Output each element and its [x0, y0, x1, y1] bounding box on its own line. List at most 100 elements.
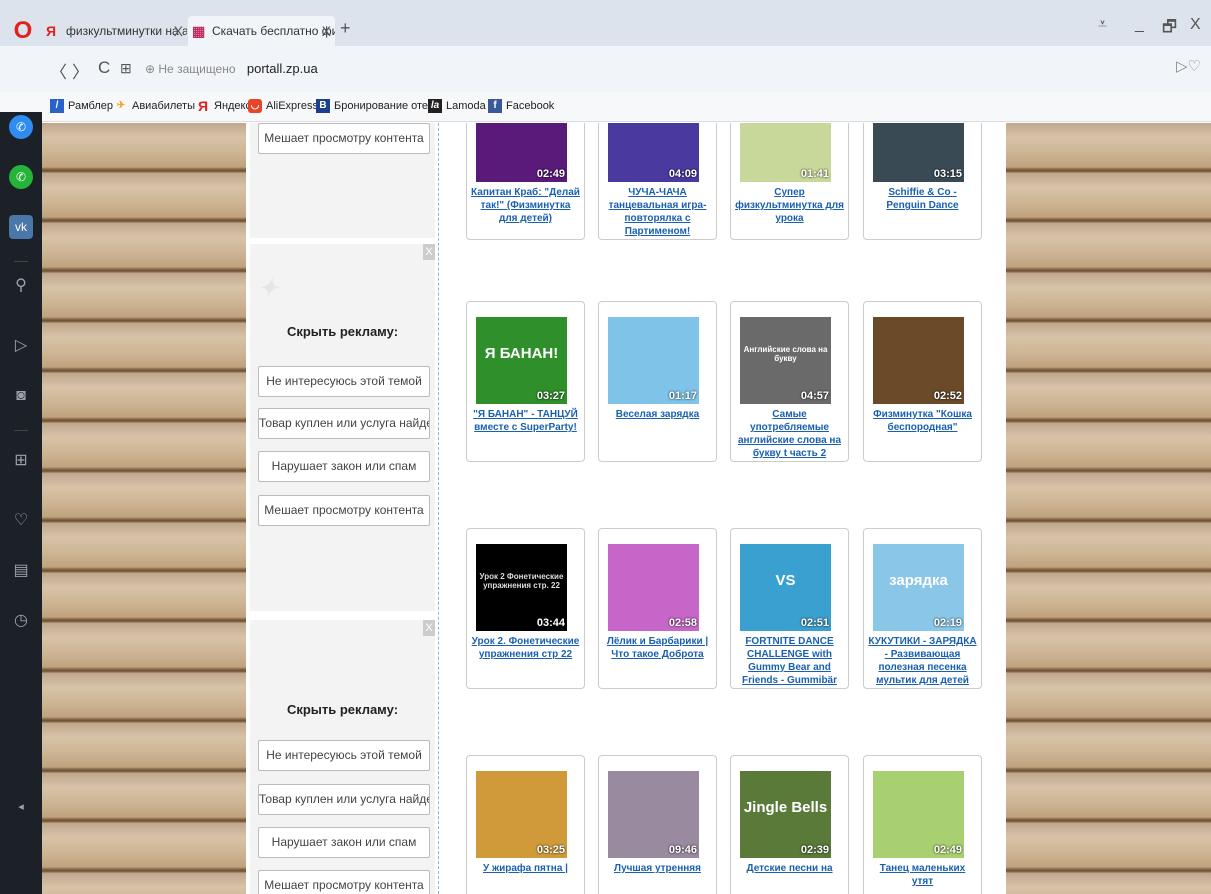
video-thumbnail[interactable]: Урок 2 Фонетические упражнения стр. 22 03… — [476, 544, 567, 631]
opera-logo-icon[interactable]: O — [12, 18, 34, 44]
search-icon[interactable]: ⚲ — [9, 274, 33, 298]
video-duration: 04:57 — [800, 390, 829, 402]
send-heart-icons[interactable]: ▷♡ — [1176, 57, 1201, 75]
video-title-link[interactable]: У жирафа пятна | — [471, 862, 580, 875]
video-thumbnail[interactable]: 03:15 — [873, 123, 964, 182]
new-tab-button[interactable]: + — [340, 18, 351, 39]
video-card[interactable]: 02:58 Лёлик и Барбарики | Что такое Добро… — [598, 528, 717, 689]
bookmark-booking[interactable]: B Бронирование отел — [316, 99, 434, 113]
ad-option-button[interactable]: Нарушает закон или спам — [258, 827, 430, 858]
whatsapp-icon[interactable]: ✆ — [9, 165, 33, 189]
video-duration: 01:17 — [668, 390, 697, 402]
video-card[interactable]: 09:46 Лучшая утренняя — [598, 755, 717, 894]
video-title-link[interactable]: КУКУТИКИ - ЗАРЯДКА - Развивающая полезна… — [868, 635, 977, 688]
ad-option-button[interactable]: Мешает просмотру контента — [258, 870, 430, 894]
bookmark-rambler[interactable]: / Рамблер — [50, 99, 113, 113]
video-card[interactable]: 03:15 Schiffie & Co - Penguin Dance — [863, 123, 982, 240]
back-button[interactable]: 〈 — [50, 58, 67, 83]
video-thumbnail[interactable]: Английские слова на букву 04:57 — [740, 317, 831, 404]
video-title-link[interactable]: Детские песни на — [735, 862, 844, 875]
heart-icon[interactable]: ♡ — [9, 509, 33, 533]
video-card[interactable]: VS 02:51 FORTNITE DANCE CHALLENGE with Gum… — [730, 528, 849, 689]
video-card[interactable]: зарядка 02:19 КУКУТИКИ - ЗАРЯДКА - Развива… — [863, 528, 982, 689]
video-title-link[interactable]: Schiffie & Co - Penguin Dance — [868, 186, 977, 212]
reload-button[interactable]: C — [98, 58, 110, 78]
tab-label: Скачать бесплатно физку — [212, 24, 335, 38]
video-card[interactable]: 01:17 Веселая зарядка — [598, 301, 717, 462]
tab-menu-icon[interactable]: ⩡ — [1098, 16, 1107, 34]
video-title-link[interactable]: Танец маленьких утят — [868, 862, 977, 888]
snapshot-icon[interactable]: ◙ — [9, 384, 33, 408]
video-card[interactable]: Я БАНАН! 03:27 "Я БАНАН" - ТАНЦУЙ вместе с… — [466, 301, 585, 462]
ad-block: X Скрыть рекламу: Не интересуюсь этой те… — [250, 620, 435, 894]
news-feed-icon[interactable]: ▷ — [9, 334, 33, 358]
video-card[interactable]: 04:09 ЧУЧА-ЧАЧА танцевальная игра-повторя… — [598, 123, 717, 240]
bookmark-aliexpress[interactable]: ◡ AliExpress — [248, 99, 318, 113]
video-title-link[interactable]: Урок 2. Фонетические упражнения стр 22 — [471, 635, 580, 661]
messenger-icon[interactable]: ✆ — [9, 115, 33, 139]
video-thumbnail[interactable]: 03:25 — [476, 771, 567, 858]
ad-block: X ✦ Скрыть рекламу: Не интересуюсь этой … — [250, 244, 435, 611]
tab-1[interactable]: Я физкультминутки на анг X — [42, 16, 187, 46]
video-card[interactable]: 02:49 Капитан Краб: "Делай так!" (Физмину… — [466, 123, 585, 240]
video-thumbnail[interactable]: 02:52 — [873, 317, 964, 404]
video-title-link[interactable]: Лёлик и Барбарики | Что такое Доброта — [603, 635, 712, 661]
video-title-link[interactable]: Супер физкультминутка для урока — [735, 186, 844, 225]
ad-option-button[interactable]: Не интересуюсь этой темой — [258, 740, 430, 771]
ad-option-button[interactable]: Товар куплен или услуга найдена — [258, 784, 430, 815]
minimize-button[interactable]: _ — [1135, 16, 1144, 34]
video-title-link[interactable]: Веселая зарядка — [603, 408, 712, 421]
forward-button[interactable]: 〉 — [72, 58, 89, 83]
video-thumbnail[interactable]: Я БАНАН! 03:27 — [476, 317, 567, 404]
speed-dial-icon[interactable]: ⊞ — [120, 60, 132, 77]
ad-option-button[interactable]: Мешает просмотру контента — [258, 495, 430, 526]
sound-icon[interactable]: ◂ — [9, 795, 33, 819]
video-thumbnail[interactable]: 02:49 — [476, 123, 567, 182]
bookmark-yandex[interactable]: Я Яндекс — [196, 99, 251, 113]
history-icon[interactable]: ▤ — [9, 559, 33, 583]
video-card[interactable]: 02:49 Танец маленьких утят — [863, 755, 982, 894]
video-thumbnail[interactable]: 09:46 — [608, 771, 699, 858]
close-tab-icon[interactable]: X — [174, 16, 183, 46]
video-thumbnail[interactable]: 02:58 — [608, 544, 699, 631]
tab-2[interactable]: ▦ Скачать бесплатно физку X — [188, 16, 335, 46]
video-card[interactable]: Английские слова на букву 04:57 Самые упот… — [730, 301, 849, 462]
video-card[interactable]: 01:41 Супер физкультминутка для урока — [730, 123, 849, 240]
video-card[interactable]: 02:52 Физминутка "Кошка беспородная" — [863, 301, 982, 462]
video-thumbnail[interactable]: 02:49 — [873, 771, 964, 858]
video-duration: 02:49 — [933, 844, 962, 856]
video-title-link[interactable]: Капитан Краб: "Делай так!" (Физминутка д… — [471, 186, 580, 225]
video-thumbnail[interactable]: 04:09 — [608, 123, 699, 182]
bookmark-facebook[interactable]: f Facebook — [488, 99, 554, 113]
video-thumbnail[interactable]: Jingle Bells 02:39 — [740, 771, 831, 858]
ad-option-button[interactable]: Мешает просмотру контента — [258, 123, 430, 154]
security-indicator[interactable]: ⊕ Не защищено — [145, 62, 236, 76]
video-thumbnail[interactable]: 01:41 — [740, 123, 831, 182]
ad-option-button[interactable]: Товар куплен или услуга найдена — [258, 408, 430, 439]
ad-close-icon[interactable]: X — [423, 244, 435, 260]
ad-close-icon[interactable]: X — [423, 620, 435, 636]
close-window-button[interactable]: X — [1190, 16, 1201, 34]
ad-option-button[interactable]: Не интересуюсь этой темой — [258, 366, 430, 397]
video-thumbnail[interactable]: зарядка 02:19 — [873, 544, 964, 631]
video-thumbnail[interactable]: VS 02:51 — [740, 544, 831, 631]
video-title-link[interactable]: Лучшая утренняя — [603, 862, 712, 875]
video-title-link[interactable]: ЧУЧА-ЧАЧА танцевальная игра-повторялка с… — [603, 186, 712, 238]
bookmark-lamoda[interactable]: la Lamoda — [428, 99, 486, 113]
video-card[interactable]: Урок 2 Фонетические упражнения стр. 22 03… — [466, 528, 585, 689]
speed-dial-icon[interactable]: ⊞ — [9, 449, 33, 473]
video-card[interactable]: 03:25 У жирафа пятна | — [466, 755, 585, 894]
ad-option-button[interactable]: Нарушает закон или спам — [258, 451, 430, 482]
video-thumbnail[interactable]: 01:17 — [608, 317, 699, 404]
url-field[interactable]: ⊕ Не защищено portall.zp.ua — [143, 56, 318, 82]
video-title-link[interactable]: Физминутка "Кошка беспородная" — [868, 408, 977, 434]
vk-icon[interactable]: vk — [9, 215, 33, 239]
maximize-button[interactable]: 🗗 — [1162, 16, 1177, 43]
clock-icon[interactable]: ◷ — [9, 609, 33, 633]
video-title-link[interactable]: Самые употребляемые английские слова на … — [735, 408, 844, 460]
close-tab-icon[interactable]: X — [322, 16, 331, 46]
video-title-link[interactable]: "Я БАНАН" - ТАНЦУЙ вместе с SuperParty! — [471, 408, 580, 434]
video-title-link[interactable]: FORTNITE DANCE CHALLENGE with Gummy Bear… — [735, 635, 844, 687]
video-card[interactable]: Jingle Bells 02:39 Детские песни на — [730, 755, 849, 894]
bookmark-aviabilety[interactable]: ✈ Авиабилеты — [114, 99, 195, 113]
